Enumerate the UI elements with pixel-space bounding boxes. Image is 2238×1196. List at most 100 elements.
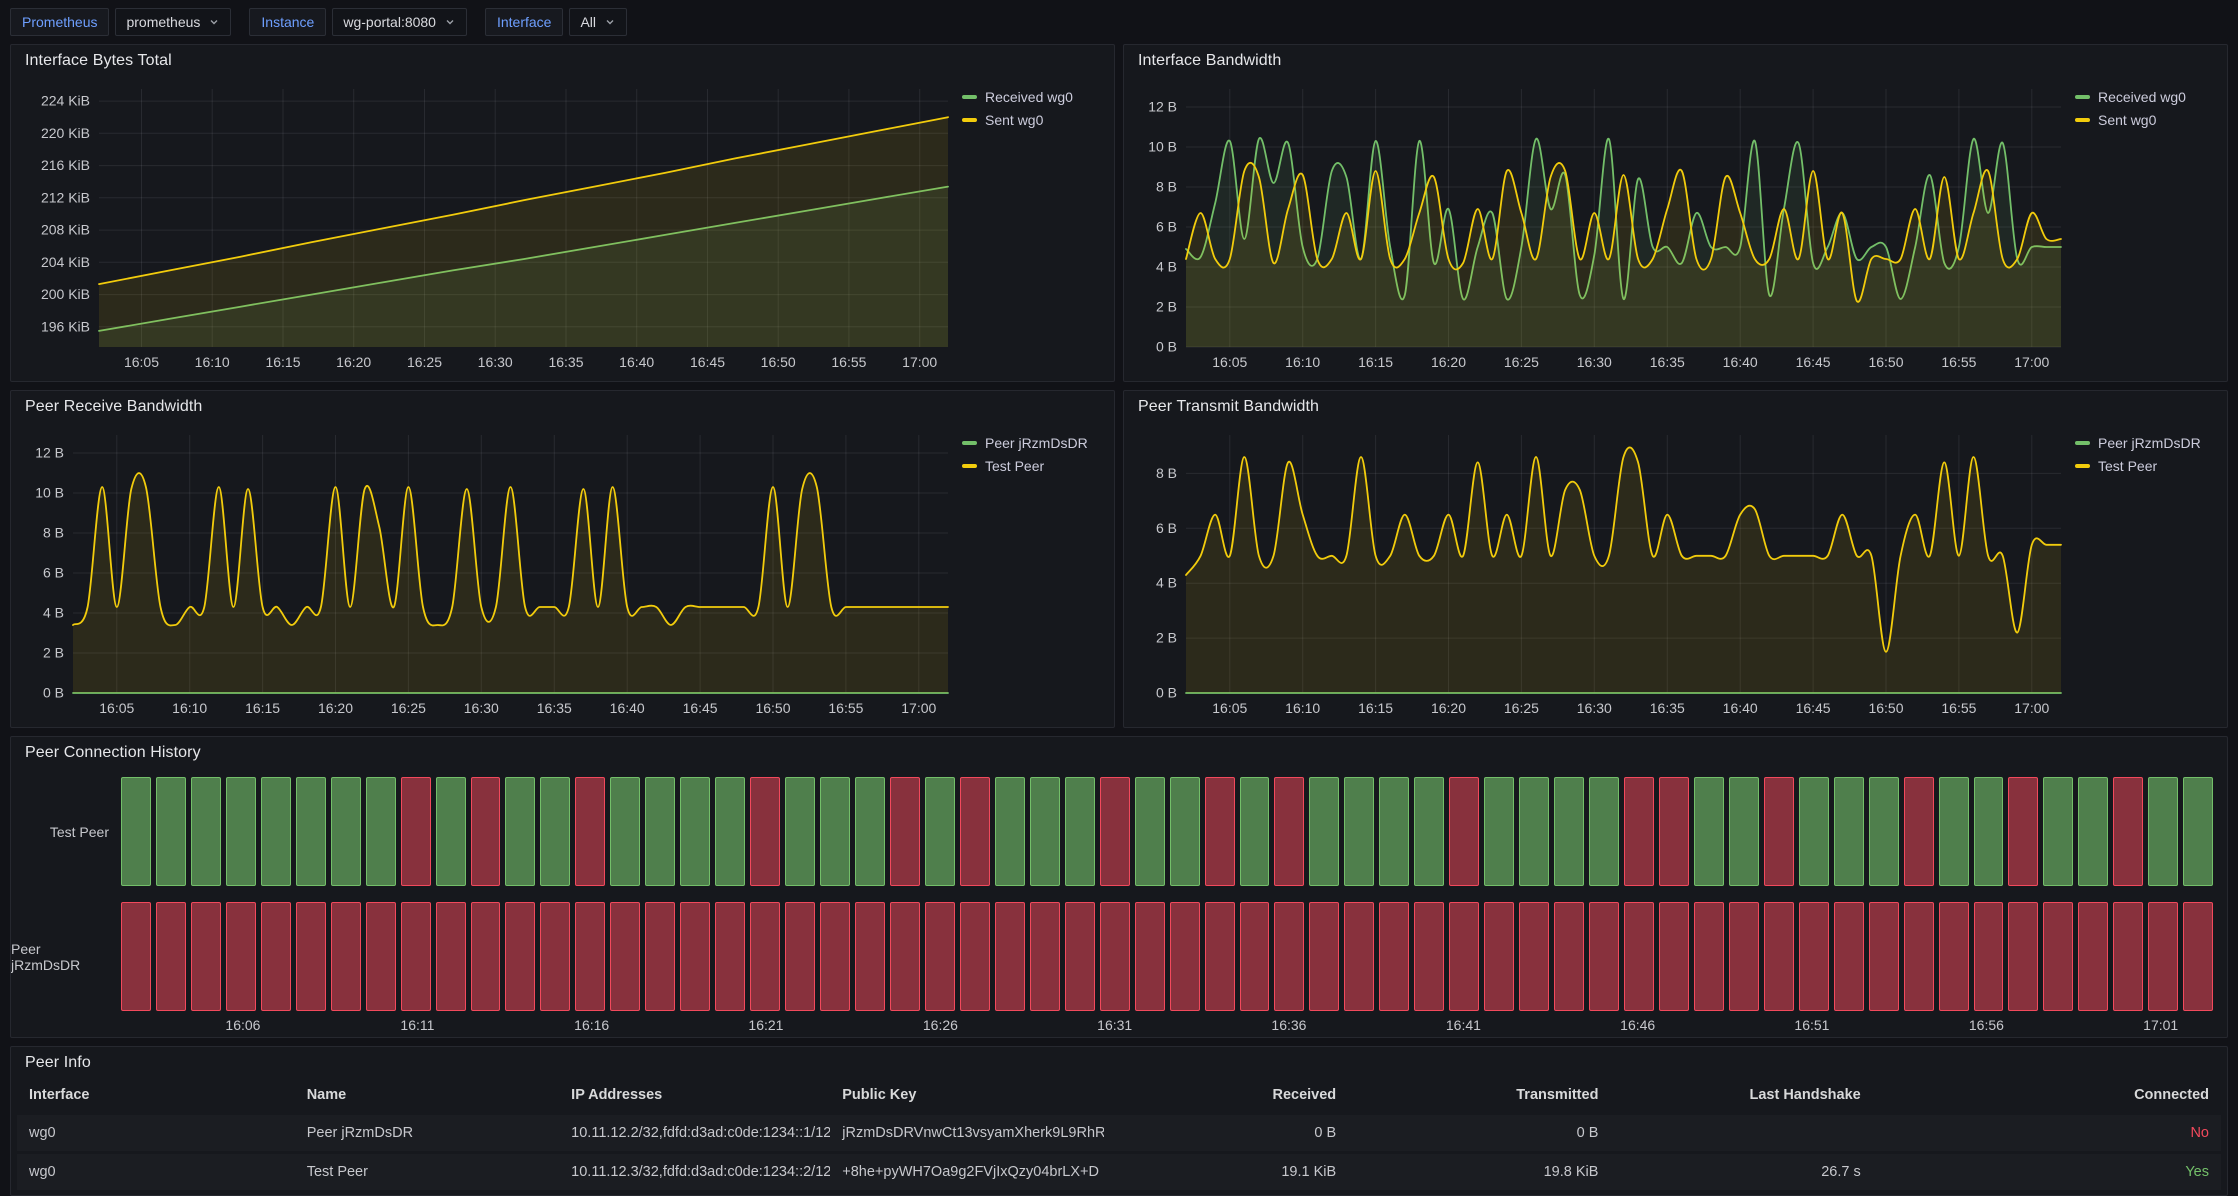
status-row: Test Peer bbox=[11, 777, 2213, 886]
svg-text:10 B: 10 B bbox=[35, 485, 64, 501]
status-bar-up bbox=[1379, 777, 1409, 886]
status-bar-up bbox=[2148, 777, 2178, 886]
svg-text:10 B: 10 B bbox=[1148, 139, 1177, 155]
connected-cell: No bbox=[1873, 1114, 2221, 1153]
status-bar-up bbox=[2043, 777, 2073, 886]
column-header[interactable]: Name bbox=[295, 1079, 559, 1114]
status-bar-up bbox=[1939, 777, 1969, 886]
svg-text:16:30: 16:30 bbox=[464, 700, 499, 716]
svg-text:8 B: 8 B bbox=[1156, 465, 1177, 481]
legend-item[interactable]: Sent wg0 bbox=[2075, 112, 2219, 128]
legend-swatch bbox=[2075, 95, 2090, 99]
status-bar-down bbox=[750, 777, 780, 886]
table-cell: 10.11.12.2/32,fdfd:d3ad:c0de:1234::1/128 bbox=[559, 1114, 830, 1153]
timeseries-chart: 16:0516:1016:1516:2016:2516:3016:3516:40… bbox=[19, 77, 954, 377]
timeseries-chart: 16:0516:1016:1516:2016:2516:3016:3516:40… bbox=[19, 423, 954, 723]
status-bar-up bbox=[785, 777, 815, 886]
column-header[interactable]: Connected bbox=[1873, 1079, 2221, 1114]
status-bar-down bbox=[1484, 902, 1514, 1011]
svg-text:17:00: 17:00 bbox=[2014, 700, 2049, 716]
panel-peer-transmit-bandwidth: Peer Transmit Bandwidth 16:0516:1016:151… bbox=[1123, 390, 2228, 728]
status-bar-down bbox=[156, 902, 186, 1011]
legend-swatch bbox=[2075, 464, 2090, 468]
status-bar-down bbox=[540, 902, 570, 1011]
var-select-interface[interactable]: All bbox=[569, 8, 627, 36]
status-bar-up bbox=[2078, 777, 2108, 886]
svg-text:16:55: 16:55 bbox=[1941, 354, 1976, 370]
legend-item[interactable]: Peer jRzmDsDR bbox=[962, 435, 1106, 451]
svg-text:220 KiB: 220 KiB bbox=[41, 125, 90, 141]
legend-label: Sent wg0 bbox=[2098, 112, 2156, 128]
panel-title[interactable]: Peer Connection History bbox=[25, 744, 201, 762]
chart-svg: 16:0516:1016:1516:2016:2516:3016:3516:40… bbox=[19, 77, 954, 377]
panel-title[interactable]: Interface Bytes Total bbox=[25, 52, 172, 70]
legend-item[interactable]: Received wg0 bbox=[2075, 89, 2219, 105]
status-bar-down bbox=[471, 902, 501, 1011]
svg-text:16:35: 16:35 bbox=[1650, 354, 1685, 370]
status-axis-tick: 16:46 bbox=[1620, 1017, 1655, 1033]
svg-text:16:35: 16:35 bbox=[537, 700, 572, 716]
status-bar-up bbox=[191, 777, 221, 886]
status-bar-up bbox=[505, 777, 535, 886]
status-bar-down bbox=[1449, 902, 1479, 1011]
legend-item[interactable]: Test Peer bbox=[962, 458, 1106, 474]
svg-text:8 B: 8 B bbox=[1156, 179, 1177, 195]
svg-text:16:45: 16:45 bbox=[690, 354, 725, 370]
legend-swatch bbox=[962, 464, 977, 468]
svg-text:16:25: 16:25 bbox=[1504, 354, 1539, 370]
status-bar-down bbox=[331, 902, 361, 1011]
status-bar-down bbox=[471, 777, 501, 886]
status-bar-down bbox=[575, 777, 605, 886]
var-select-datasource[interactable]: prometheus bbox=[115, 8, 231, 36]
status-axis-tick: 16:31 bbox=[1097, 1017, 1132, 1033]
column-header[interactable]: Interface bbox=[17, 1079, 295, 1114]
var-label-prometheus: Prometheus bbox=[10, 8, 109, 36]
panel-title[interactable]: Peer Info bbox=[25, 1054, 91, 1072]
status-bar-up bbox=[645, 777, 675, 886]
var-label-interface: Interface bbox=[485, 8, 563, 36]
status-bar-up bbox=[680, 777, 710, 886]
status-bar-down bbox=[2008, 777, 2038, 886]
legend-label: Received wg0 bbox=[985, 89, 1073, 105]
legend-swatch bbox=[2075, 441, 2090, 445]
column-header[interactable]: IP Addresses bbox=[559, 1079, 830, 1114]
status-bar-up bbox=[1974, 777, 2004, 886]
panel-title[interactable]: Peer Receive Bandwidth bbox=[25, 398, 202, 416]
status-bar-down bbox=[1100, 902, 1130, 1011]
svg-text:4 B: 4 B bbox=[43, 605, 64, 621]
column-header[interactable]: Transmitted bbox=[1348, 1079, 1610, 1114]
svg-text:16:50: 16:50 bbox=[1868, 700, 1903, 716]
legend-item[interactable]: Sent wg0 bbox=[962, 112, 1106, 128]
table-cell: 26.7 s bbox=[1610, 1153, 1872, 1191]
svg-text:6 B: 6 B bbox=[1156, 520, 1177, 536]
svg-text:16:45: 16:45 bbox=[683, 700, 718, 716]
status-bar-down bbox=[855, 902, 885, 1011]
status-bar-down bbox=[645, 902, 675, 1011]
column-header[interactable]: Public Key bbox=[830, 1079, 1103, 1114]
svg-text:16:20: 16:20 bbox=[1431, 354, 1466, 370]
legend-swatch bbox=[962, 118, 977, 122]
panel-title[interactable]: Interface Bandwidth bbox=[1138, 52, 1281, 70]
status-row-label: Peer jRzmDsDR bbox=[11, 902, 121, 1011]
column-header[interactable]: Received bbox=[1104, 1079, 1349, 1114]
legend-item[interactable]: Peer jRzmDsDR bbox=[2075, 435, 2219, 451]
svg-text:208 KiB: 208 KiB bbox=[41, 222, 90, 238]
svg-text:16:40: 16:40 bbox=[610, 700, 645, 716]
status-axis-tick: 16:51 bbox=[1794, 1017, 1829, 1033]
grafana-dashboard: Prometheus prometheus Instance wg-portal… bbox=[0, 0, 2238, 1196]
panel-title[interactable]: Peer Transmit Bandwidth bbox=[1138, 398, 1319, 416]
chart-legend: Received wg0 Sent wg0 bbox=[954, 77, 1106, 377]
var-select-instance[interactable]: wg-portal:8080 bbox=[332, 8, 467, 36]
status-bar-down bbox=[1939, 902, 1969, 1011]
column-header[interactable]: Last Handshake bbox=[1610, 1079, 1872, 1114]
status-bar-down bbox=[1379, 902, 1409, 1011]
svg-text:16:35: 16:35 bbox=[1650, 700, 1685, 716]
table-cell bbox=[1610, 1114, 1872, 1153]
chevron-down-icon bbox=[444, 16, 456, 28]
legend-item[interactable]: Test Peer bbox=[2075, 458, 2219, 474]
panel-row-2: Peer Receive Bandwidth 16:0516:1016:1516… bbox=[10, 390, 2228, 728]
status-bar-down bbox=[1694, 902, 1724, 1011]
legend-item[interactable]: Received wg0 bbox=[962, 89, 1106, 105]
svg-text:16:30: 16:30 bbox=[478, 354, 513, 370]
status-bar-down bbox=[1519, 902, 1549, 1011]
